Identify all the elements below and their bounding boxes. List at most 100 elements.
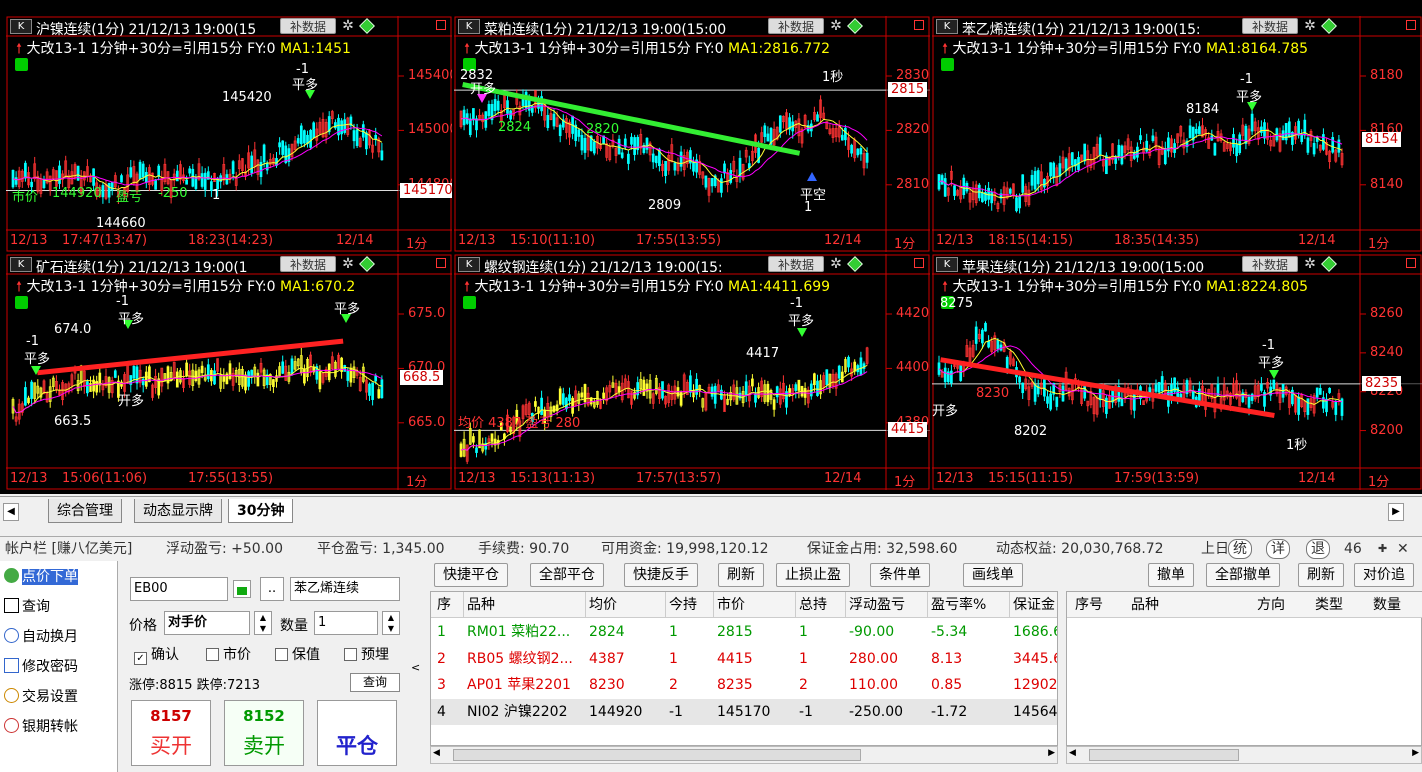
candle-body [1030, 174, 1034, 186]
k-button[interactable]: K [458, 257, 480, 272]
confirm-checkbox[interactable]: ✓ 确认 [134, 644, 179, 665]
chart-panel[interactable]: K 苯乙烯连续(1分) 21/12/13 19:00(15: 补数据 ✲ 🠕 大改13-… [932, 16, 1422, 252]
maximize-icon[interactable] [1406, 258, 1416, 268]
column-divider[interactable] [927, 592, 928, 618]
maximize-icon[interactable] [436, 258, 446, 268]
tab-30min[interactable]: 30分钟 [228, 499, 294, 523]
chart-panel[interactable]: K 沪镍连续(1分) 21/12/13 19:00(15 补数据 ✲ 🠕 大改13-1 … [6, 16, 452, 252]
sell-open-button[interactable]: 8152 卖开 [224, 700, 304, 766]
column-header: 保证金 [1013, 597, 1055, 613]
candle-body [940, 175, 944, 185]
tab-dynamic-board[interactable]: 动态显示牌 [134, 499, 222, 523]
contract-code-input[interactable]: EB00 [130, 577, 228, 601]
lock-icon[interactable] [941, 58, 954, 71]
lock-icon[interactable] [15, 296, 28, 309]
fill-data-button[interactable]: 补数据 [1242, 18, 1298, 34]
close-icon[interactable]: ✕ [1397, 537, 1409, 561]
time-tick-label: 1分 [894, 475, 916, 490]
gear-icon[interactable]: ✲ [828, 256, 844, 272]
column-divider[interactable] [463, 592, 464, 618]
k-button[interactable]: K [10, 19, 32, 34]
chart-panel[interactable]: K 苹果连续(1分) 21/12/13 19:00(15:00 补数据 ✲ 🠕 大改13… [932, 254, 1422, 490]
market-checkbox[interactable]: 市价 [206, 644, 251, 664]
lock-icon[interactable] [15, 58, 28, 71]
qty-stepper[interactable]: ▲ ▼ [382, 611, 400, 635]
k-button[interactable]: K [936, 257, 958, 272]
candle-body [200, 365, 204, 374]
gear-icon[interactable]: ✲ [828, 18, 844, 34]
chart-panel[interactable]: K 菜粕连续(1分) 21/12/13 19:00(15:00 补数据 ✲ 🠕 大改13… [454, 16, 930, 252]
column-divider[interactable] [713, 592, 714, 618]
lock-icon[interactable] [463, 296, 476, 309]
nav-auto-roll[interactable]: 自动换月 [4, 625, 78, 649]
maximize-icon[interactable] [914, 258, 924, 268]
tab-overview[interactable]: 综合管理 [48, 499, 122, 523]
maximize-icon[interactable] [914, 20, 924, 30]
nav-bank-transfer[interactable]: 银期转帐 [4, 715, 78, 739]
lock-icon[interactable] [233, 580, 251, 598]
cancel-order-button[interactable]: 撤单 [1148, 563, 1194, 587]
quick-close-button[interactable]: 快捷平仓 [434, 563, 508, 587]
preset-checkbox[interactable]: 预埋 [344, 644, 389, 664]
line-order-button[interactable]: 画线单 [963, 563, 1023, 587]
conditional-order-button[interactable]: 条件单 [870, 563, 930, 587]
orders-scrollbar[interactable]: ◀ ▶ [1066, 746, 1422, 764]
nav-trade-settings[interactable]: 交易设置 [4, 685, 78, 709]
tab-scroll-right-button[interactable]: ▶ [1388, 503, 1404, 521]
table-row[interactable]: 2 RB05 螺纹钢2... 4387 1 4415 1 280.00 8.13 3445.6 [431, 646, 1057, 672]
price-type-select[interactable]: 对手价 [164, 611, 250, 635]
chase-price-button[interactable]: 对价追 [1354, 563, 1414, 587]
detail-button[interactable]: 详 [1266, 539, 1290, 559]
price-stepper[interactable]: ▲ ▼ [254, 611, 272, 635]
collapse-panel-handle[interactable]: < [410, 561, 420, 772]
buy-open-button[interactable]: 8157 买开 [131, 700, 211, 766]
table-row[interactable]: 3 AP01 苹果2201 8230 2 8235 2 110.00 0.85 12902 [431, 672, 1057, 698]
quick-reverse-button[interactable]: 快捷反手 [624, 563, 698, 587]
chart-annotation: 1秒 [822, 70, 844, 85]
exit-button[interactable]: 退 [1306, 539, 1330, 559]
maximize-icon[interactable] [1406, 20, 1416, 30]
contract-picker-button[interactable]: .. [260, 577, 284, 601]
nav-change-password[interactable]: 修改密码 [4, 655, 78, 679]
table-row[interactable]: 1 RM01 菜粕22... 2824 1 2815 1 -90.00 -5.34 1686.6 [431, 619, 1057, 645]
nav-point-order[interactable]: 点价下单 [4, 565, 78, 589]
query-button[interactable]: 查询 [350, 673, 400, 692]
dynamic-equity: 动态权益: 20,030,768.72 [996, 541, 1164, 557]
pin-icon[interactable]: ✚ [1378, 537, 1387, 561]
chart-panel[interactable]: K 矿石连续(1分) 21/12/13 19:00(1 补数据 ✲ 🠕 大改13-1 1… [6, 254, 452, 490]
close-position-button[interactable]: . 平仓 [317, 700, 397, 766]
tab-scroll-left-button[interactable]: ◀ [3, 503, 19, 521]
candle-body [188, 168, 192, 174]
column-divider[interactable] [665, 592, 666, 618]
gear-icon[interactable]: ✲ [340, 18, 356, 34]
column-divider[interactable] [845, 592, 846, 618]
column-divider[interactable] [795, 592, 796, 618]
column-divider[interactable] [1009, 592, 1010, 618]
k-button[interactable]: K [10, 257, 32, 272]
positions-scrollbar[interactable]: ◀ ▶ [430, 746, 1058, 764]
cancel-all-button[interactable]: 全部撤单 [1206, 563, 1280, 587]
refresh-positions-button[interactable]: 刷新 [718, 563, 764, 587]
gear-icon[interactable]: ✲ [1302, 18, 1318, 34]
stop-loss-button[interactable]: 止损止盈 [776, 563, 850, 587]
up-arrow-icon: 🠕 [942, 279, 949, 295]
fill-data-button[interactable]: 补数据 [768, 256, 824, 272]
column-divider[interactable] [585, 592, 586, 618]
hedge-checkbox[interactable]: 保值 [275, 644, 320, 664]
chart-panel[interactable]: K 螺纹钢连续(1分) 21/12/13 19:00(15: 补数据 ✲ 🠕 大改13-… [454, 254, 930, 490]
table-row[interactable]: 4 NI02 沪镍2202 144920 -1 145170 -1 -250.00 -1.72… [431, 698, 1057, 725]
nav-query[interactable]: 查询 [4, 595, 50, 619]
gear-icon[interactable]: ✲ [340, 256, 356, 272]
close-all-button[interactable]: 全部平仓 [530, 563, 604, 587]
fill-data-button[interactable]: 补数据 [280, 18, 336, 34]
refresh-orders-button[interactable]: 刷新 [1298, 563, 1344, 587]
k-button[interactable]: K [936, 19, 958, 34]
stats-button[interactable]: 统 [1228, 539, 1252, 559]
k-button[interactable]: K [458, 19, 480, 34]
fill-data-button[interactable]: 补数据 [768, 18, 824, 34]
qty-input[interactable]: 1 [314, 611, 378, 635]
maximize-icon[interactable] [436, 20, 446, 30]
gear-icon[interactable]: ✲ [1302, 256, 1318, 272]
fill-data-button[interactable]: 补数据 [1242, 256, 1298, 272]
fill-data-button[interactable]: 补数据 [280, 256, 336, 272]
